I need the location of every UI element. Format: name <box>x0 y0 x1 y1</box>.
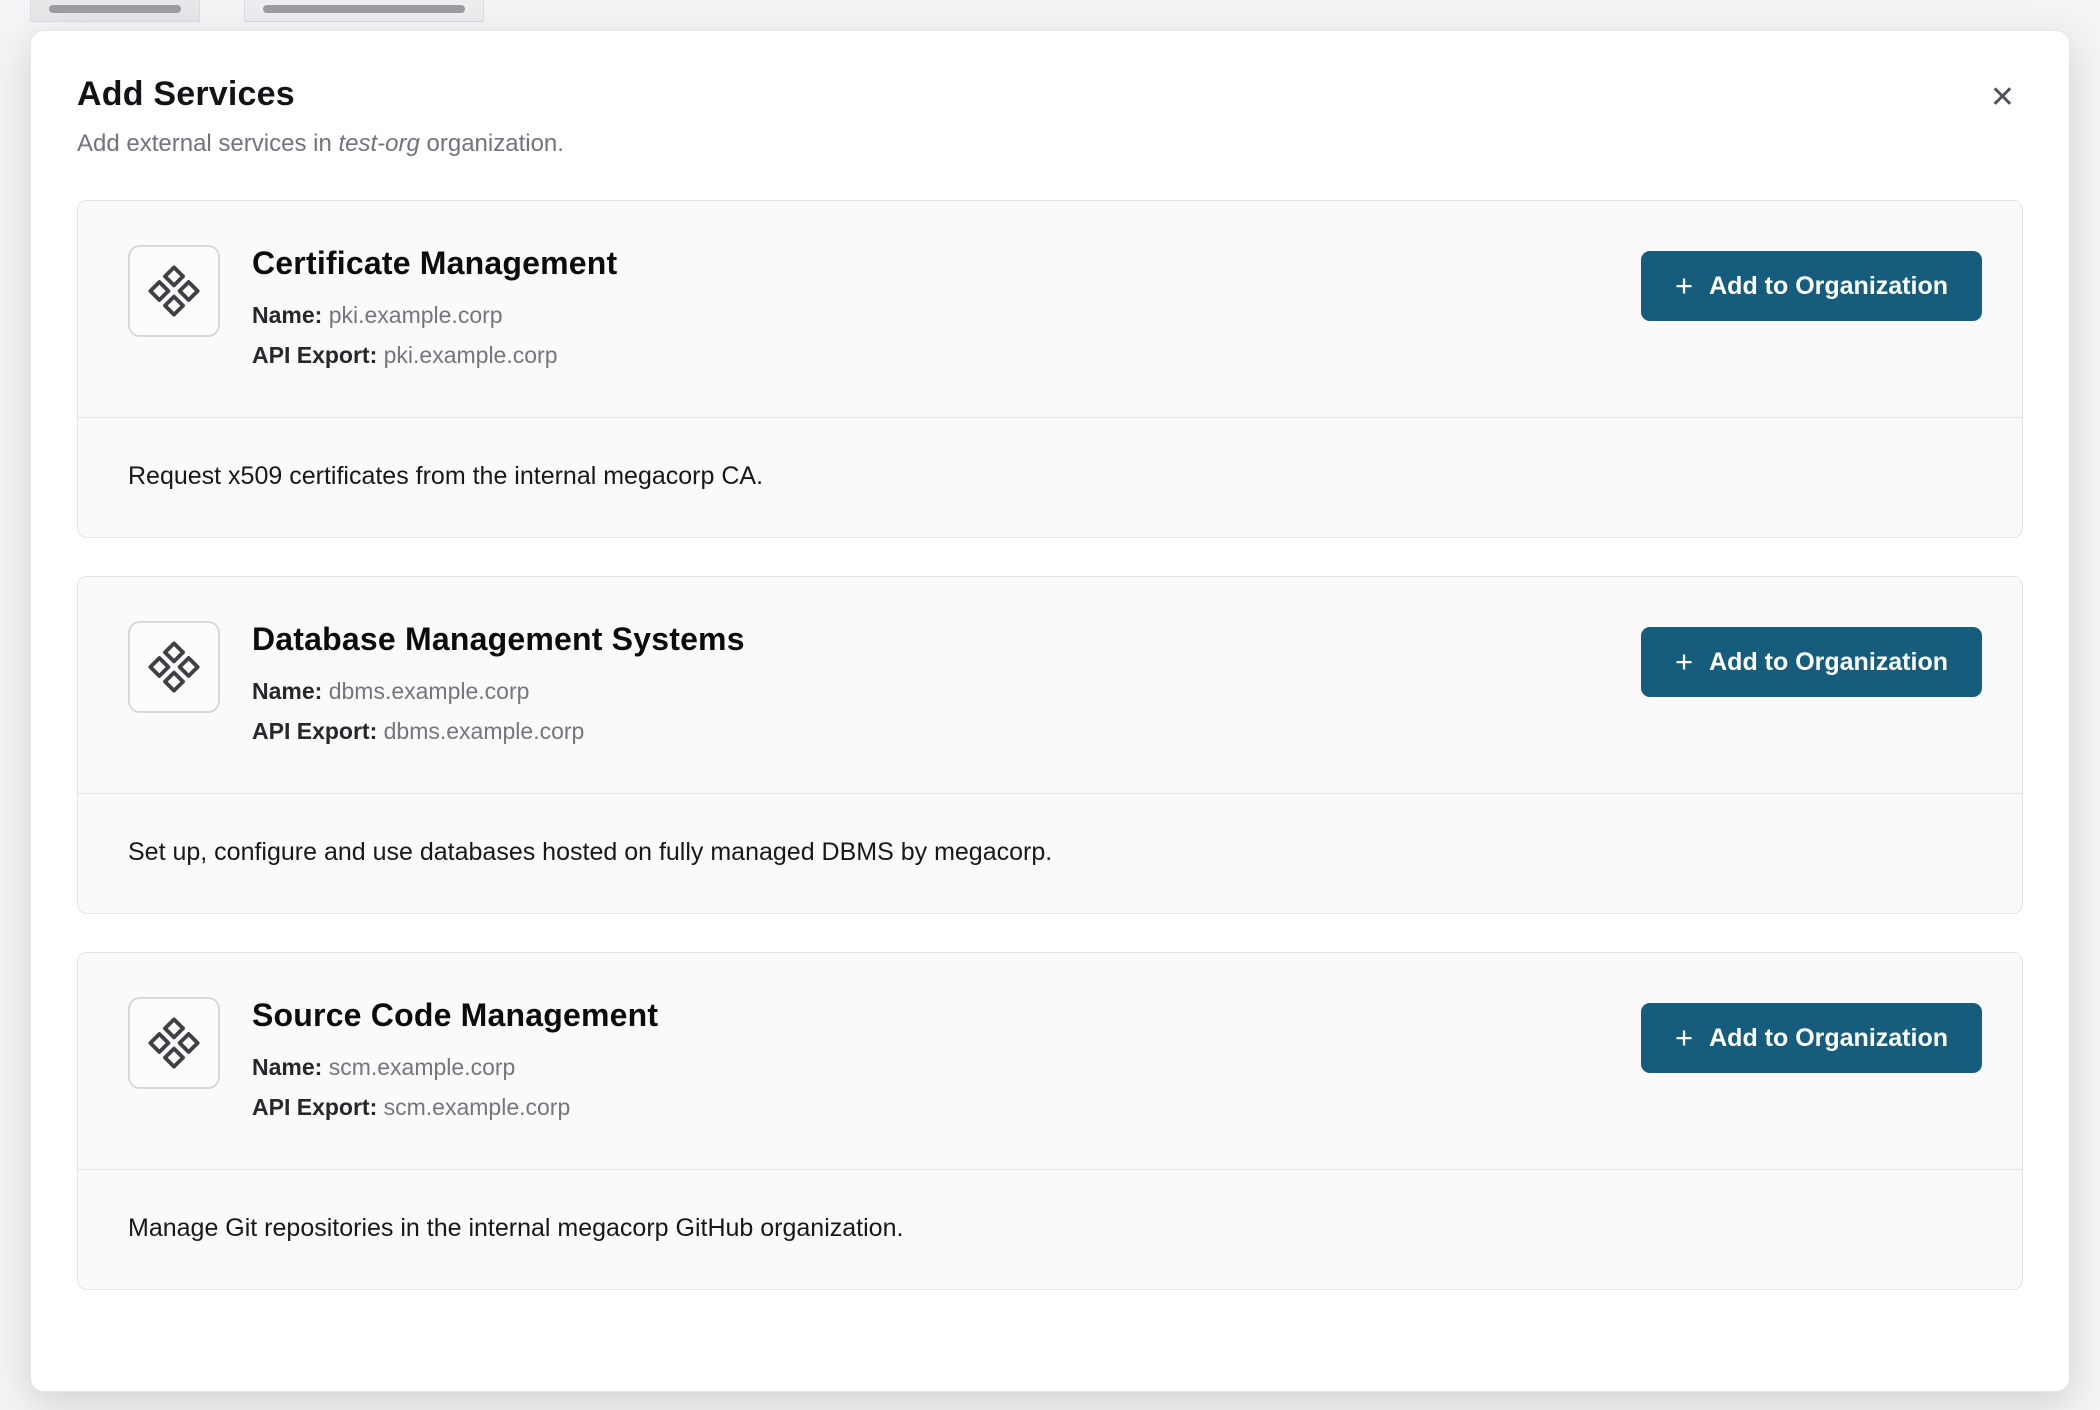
add-button-label: Add to Organization <box>1709 648 1948 677</box>
service-description: Set up, configure and use databases host… <box>78 793 2022 913</box>
service-icon <box>128 245 220 337</box>
service-api-line: API Export: scm.example.corp <box>252 1088 658 1128</box>
service-title: Database Management Systems <box>252 621 745 658</box>
api-export-label: API Export: <box>252 342 377 368</box>
service-name-line: Name: scm.example.corp <box>252 1048 658 1088</box>
name-value: scm.example.corp <box>329 1054 516 1080</box>
name-label: Name: <box>252 1054 322 1080</box>
card-header: Certificate Management Name: pki.example… <box>78 201 2022 417</box>
api-export-value: pki.example.corp <box>384 342 558 368</box>
add-button-label: Add to Organization <box>1709 1024 1948 1053</box>
diamonds-icon <box>147 640 201 694</box>
card-head-text: Database Management Systems Name: dbms.e… <box>252 621 745 751</box>
service-card-source-code-management: Source Code Management Name: scm.example… <box>77 952 2023 1290</box>
add-to-organization-button[interactable]: + Add to Organization <box>1641 627 1982 697</box>
service-description: Request x509 certificates from the inter… <box>78 417 2022 537</box>
card-head-text: Source Code Management Name: scm.example… <box>252 997 658 1127</box>
add-services-modal: ✕ Add Services Add external services in … <box>30 30 2070 1392</box>
plus-icon: + <box>1675 646 1693 677</box>
service-card-list: Certificate Management Name: pki.example… <box>77 200 2023 1290</box>
diamonds-icon <box>147 1016 201 1070</box>
service-title: Certificate Management <box>252 245 617 282</box>
api-export-value: scm.example.corp <box>384 1094 571 1120</box>
diamonds-icon <box>147 264 201 318</box>
modal-subtitle: Add external services in test-org organi… <box>77 130 2023 158</box>
name-label: Name: <box>252 678 322 704</box>
service-card-certificate-management: Certificate Management Name: pki.example… <box>77 200 2023 538</box>
service-icon <box>128 997 220 1089</box>
background-tab[interactable] <box>244 0 484 22</box>
subtitle-prefix: Add external services in <box>77 130 338 157</box>
card-header: Source Code Management Name: scm.example… <box>78 953 2022 1169</box>
org-name: test-org <box>338 130 419 157</box>
close-icon[interactable]: ✕ <box>1990 83 2015 113</box>
plus-icon: + <box>1675 270 1693 301</box>
page-title: Add Services <box>77 75 2023 114</box>
service-api-line: API Export: pki.example.corp <box>252 336 617 376</box>
service-icon <box>128 621 220 713</box>
service-title: Source Code Management <box>252 997 658 1034</box>
name-value: dbms.example.corp <box>329 678 530 704</box>
api-export-label: API Export: <box>252 718 377 744</box>
name-value: pki.example.corp <box>329 302 503 328</box>
card-header: Database Management Systems Name: dbms.e… <box>78 577 2022 793</box>
subtitle-suffix: organization. <box>420 130 564 157</box>
api-export-value: dbms.example.corp <box>384 718 585 744</box>
background-tab-label <box>263 5 465 13</box>
plus-icon: + <box>1675 1022 1693 1053</box>
service-card-database-management-systems: Database Management Systems Name: dbms.e… <box>77 576 2023 914</box>
service-name-line: Name: dbms.example.corp <box>252 672 745 712</box>
add-to-organization-button[interactable]: + Add to Organization <box>1641 251 1982 321</box>
card-head-text: Certificate Management Name: pki.example… <box>252 245 617 375</box>
background-tab[interactable] <box>30 0 200 22</box>
name-label: Name: <box>252 302 322 328</box>
background-tab-label <box>49 5 181 13</box>
service-description: Manage Git repositories in the internal … <box>78 1169 2022 1289</box>
add-button-label: Add to Organization <box>1709 272 1948 301</box>
service-api-line: API Export: dbms.example.corp <box>252 712 745 752</box>
api-export-label: API Export: <box>252 1094 377 1120</box>
service-name-line: Name: pki.example.corp <box>252 296 617 336</box>
add-to-organization-button[interactable]: + Add to Organization <box>1641 1003 1982 1073</box>
